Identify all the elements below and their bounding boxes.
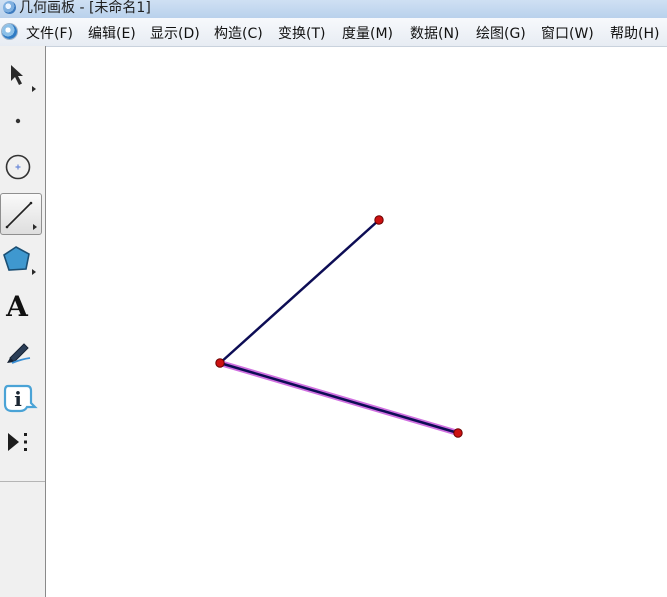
compass-tool[interactable] <box>0 146 42 188</box>
toolbox: A i <box>0 46 46 597</box>
menu-transform[interactable]: 变换(T) <box>278 23 325 43</box>
polygon-tool[interactable] <box>0 239 42 281</box>
menu-display[interactable]: 显示(D) <box>150 23 200 43</box>
point-c[interactable] <box>453 428 463 438</box>
sketch-canvas[interactable] <box>46 47 667 597</box>
toolbox-divider <box>0 481 45 482</box>
segment-ac[interactable] <box>219 361 459 435</box>
window-title: 几何画板 - [未命名1] <box>19 0 151 16</box>
segment-ab[interactable] <box>219 219 380 364</box>
information-tool[interactable]: i <box>0 377 42 419</box>
segment-tool[interactable] <box>0 193 42 235</box>
title-bar: 几何画板 - [未命名1] <box>0 0 667 18</box>
document-icon[interactable] <box>2 24 17 39</box>
menu-data[interactable]: 数据(N) <box>410 23 459 43</box>
menu-edit[interactable]: 编辑(E) <box>88 23 136 43</box>
custom-tool-icon <box>8 433 27 451</box>
menu-graph[interactable]: 绘图(G) <box>476 23 526 43</box>
point-a[interactable] <box>215 358 225 368</box>
marker-pen-icon <box>7 343 31 364</box>
compass-circle-icon <box>5 154 31 180</box>
marker-tool[interactable] <box>0 331 42 373</box>
menu-measure[interactable]: 度量(M) <box>342 23 393 43</box>
menu-bar: 文件(F) 编辑(E) 显示(D) 构造(C) 变换(T) 度量(M) 数据(N… <box>0 18 667 47</box>
sketch-drawing <box>215 215 463 438</box>
app-icon <box>3 1 16 14</box>
information-icon: i <box>3 384 38 413</box>
menu-help[interactable]: 帮助(H) <box>610 23 659 43</box>
svg-text:i: i <box>14 387 22 411</box>
point-icon <box>15 118 21 124</box>
menu-construct[interactable]: 构造(C) <box>214 23 263 43</box>
menu-file[interactable]: 文件(F) <box>26 23 73 43</box>
point-tool[interactable] <box>0 100 42 142</box>
polygon-icon <box>3 246 36 275</box>
arrow-tool[interactable] <box>0 56 42 98</box>
svg-text:A: A <box>5 290 29 323</box>
text-tool-icon: A <box>5 290 29 323</box>
menu-window[interactable]: 窗口(W) <box>541 23 594 43</box>
custom-tool[interactable] <box>0 423 42 465</box>
straightedge-segment-icon <box>5 201 37 230</box>
point-b[interactable] <box>374 215 384 225</box>
selection-arrow-icon <box>11 65 36 92</box>
text-tool[interactable]: A <box>0 285 42 327</box>
